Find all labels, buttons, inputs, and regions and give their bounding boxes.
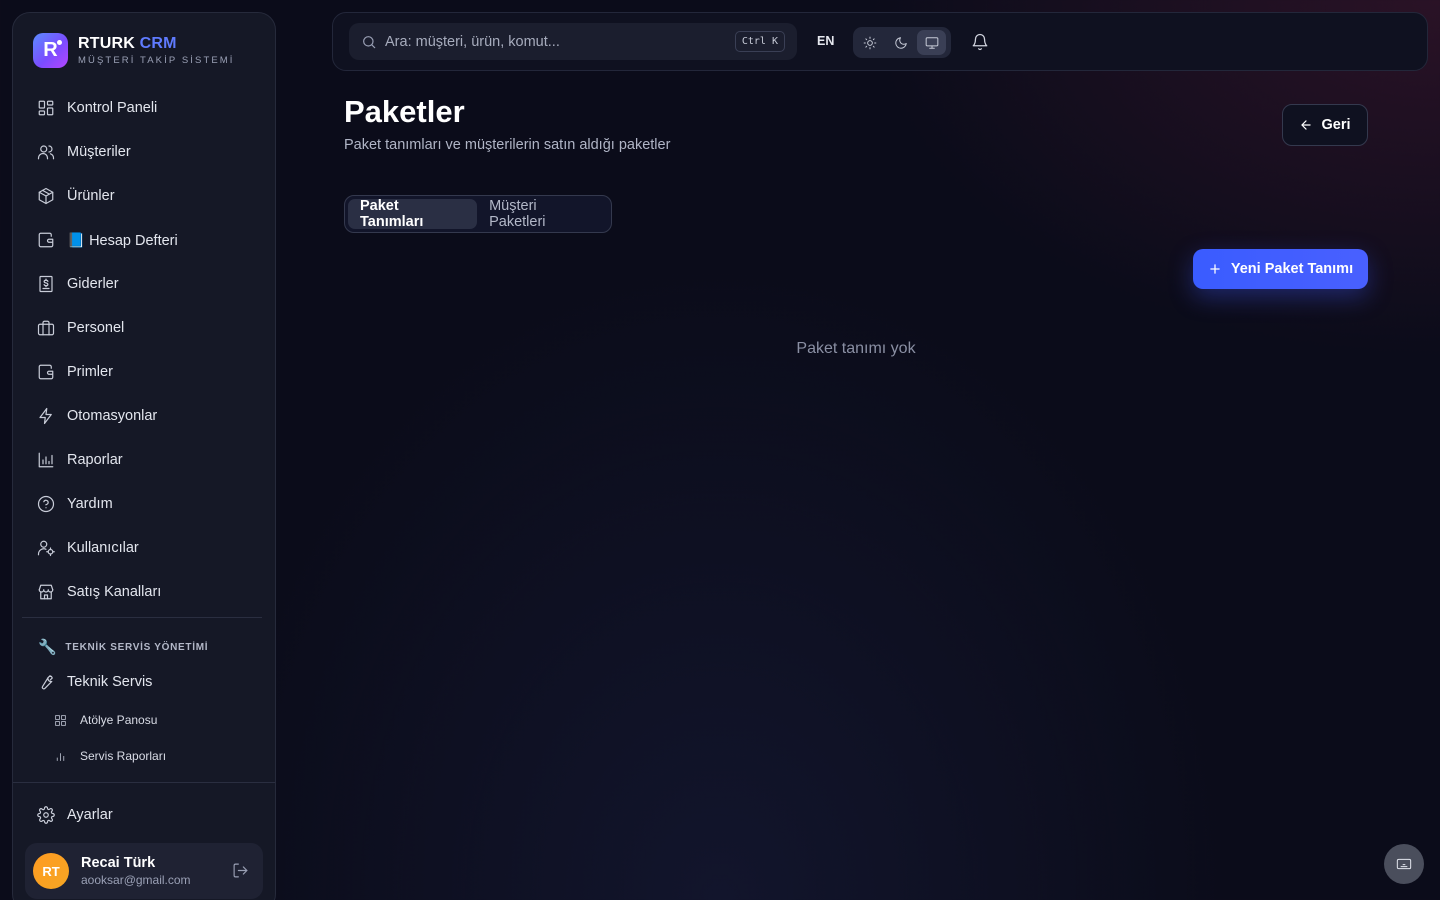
tab-musteri-paketleri[interactable]: Müşteri Paketleri bbox=[477, 198, 608, 230]
logout-icon[interactable] bbox=[232, 862, 249, 884]
briefcase-icon bbox=[37, 319, 55, 337]
monitor-icon bbox=[925, 36, 939, 49]
dashboard-icon bbox=[37, 99, 55, 117]
keyboard-shortcuts-button[interactable] bbox=[1384, 844, 1424, 884]
sub-nav: Atölye Panosu Servis Raporları bbox=[54, 702, 166, 774]
sidebar-item-label: 📘 Hesap Defteri bbox=[67, 232, 178, 249]
sidebar-item-otomasyonlar[interactable]: Otomasyonlar bbox=[25, 394, 265, 438]
new-package-button[interactable]: Yeni Paket Tanımı bbox=[1193, 249, 1368, 289]
sidebar-subitem-label: Atölye Panosu bbox=[80, 713, 158, 727]
brand-subtitle: MÜŞTERİ TAKİP SİSTEMİ bbox=[78, 55, 235, 66]
search-icon bbox=[363, 35, 376, 48]
sidebar-divider bbox=[13, 782, 275, 783]
grid-icon bbox=[55, 714, 66, 726]
sidebar-item-label: Kullanıcılar bbox=[67, 540, 139, 556]
bar-chart-icon bbox=[56, 752, 65, 761]
new-package-button-label: Yeni Paket Tanımı bbox=[1230, 261, 1354, 277]
avatar: RT bbox=[33, 853, 69, 889]
empty-state-text: Paket tanımı yok bbox=[796, 340, 916, 357]
search-input[interactable] bbox=[385, 33, 715, 50]
brand-name-primary: RTURK bbox=[78, 35, 135, 52]
page-title: Paketler bbox=[344, 94, 465, 129]
sidebar-item-urunler[interactable]: Ürünler bbox=[25, 174, 265, 218]
wallet-icon bbox=[37, 231, 55, 249]
moon-icon bbox=[895, 36, 907, 49]
logo-letter: R bbox=[43, 39, 58, 61]
package-icon bbox=[37, 187, 55, 205]
users-icon bbox=[37, 143, 55, 161]
sidebar-item-kontrol-paneli[interactable]: Kontrol Paneli bbox=[25, 86, 265, 130]
plus-icon bbox=[1210, 264, 1220, 274]
user-name: Recai Türk bbox=[81, 855, 156, 871]
page-subtitle: Paket tanımları ve müşterilerin satın al… bbox=[344, 137, 671, 153]
logo: R bbox=[33, 33, 68, 68]
sidebar-item-label: Kontrol Paneli bbox=[67, 100, 158, 116]
sidebar-item-kullanicilar[interactable]: Kullanıcılar bbox=[25, 526, 265, 570]
sidebar-item-raporlar[interactable]: Raporlar bbox=[25, 438, 265, 482]
sidebar-subitem-servis-raporlari[interactable]: Servis Raporları bbox=[54, 738, 166, 774]
brand-name-accent: CRM bbox=[139, 35, 177, 52]
language-toggle[interactable]: EN bbox=[817, 34, 834, 48]
wallet-icon bbox=[37, 363, 55, 381]
sidebar-item-label: Otomasyonlar bbox=[67, 408, 158, 424]
sidebar-subitem-atolye-panosu[interactable]: Atölye Panosu bbox=[54, 702, 166, 738]
sidebar-item-label: Satış Kanalları bbox=[67, 584, 162, 600]
back-button[interactable]: Geri bbox=[1282, 104, 1368, 146]
brand-name: RTURK CRM bbox=[78, 35, 235, 53]
bell-icon[interactable] bbox=[971, 33, 989, 56]
sidebar-item-yardim[interactable]: Yardım bbox=[25, 482, 265, 526]
sidebar-nav: Kontrol Paneli Müşteriler Ürünler 📘 Hesa… bbox=[25, 86, 265, 614]
theme-switcher bbox=[853, 27, 951, 58]
section-title-label: TEKNİK SERVİS YÖNETİMİ bbox=[65, 641, 209, 653]
wrench-outline-icon bbox=[37, 673, 55, 691]
keyboard-icon bbox=[1396, 858, 1412, 870]
sun-icon bbox=[863, 36, 877, 49]
sidebar-item-hesap-defteri[interactable]: 📘 Hesap Defteri bbox=[25, 218, 265, 262]
topbar: Ctrl K EN bbox=[332, 12, 1428, 71]
tab-bar: Paket Tanımları Müşteri Paketleri bbox=[344, 195, 612, 233]
store-icon bbox=[37, 583, 55, 601]
sidebar-item-giderler[interactable]: Giderler bbox=[25, 262, 265, 306]
receipt-dollar-icon bbox=[37, 275, 55, 293]
sidebar-subitem-label: Servis Raporları bbox=[80, 749, 167, 763]
sidebar-item-teknik-servis[interactable]: Teknik Servis bbox=[25, 660, 265, 704]
theme-system-button[interactable] bbox=[917, 30, 947, 55]
theme-light-button[interactable] bbox=[856, 30, 885, 55]
sidebar-item-label: Raporlar bbox=[67, 452, 123, 468]
gear-icon bbox=[37, 806, 55, 824]
sidebar-item-primler[interactable]: Primler bbox=[25, 350, 265, 394]
bar-chart-icon bbox=[37, 451, 55, 469]
sidebar-item-musteriler[interactable]: Müşteriler bbox=[25, 130, 265, 174]
logo-dot bbox=[57, 40, 62, 45]
help-circle-icon bbox=[37, 495, 55, 513]
sidebar-item-label: Giderler bbox=[67, 276, 119, 292]
lightning-icon bbox=[37, 407, 55, 425]
sidebar-item-label: Yardım bbox=[67, 496, 113, 512]
sidebar-item-label: Ayarlar bbox=[67, 807, 113, 823]
user-email: aooksar@gmail.com bbox=[81, 873, 191, 887]
sidebar-item-label: Teknik Servis bbox=[67, 674, 153, 690]
sidebar-item-personel[interactable]: Personel bbox=[25, 306, 265, 350]
sidebar-item-label: Personel bbox=[67, 320, 125, 336]
user-card[interactable]: RT Recai Türk aooksar@gmail.com bbox=[25, 843, 263, 899]
user-cog-icon bbox=[37, 539, 55, 557]
sidebar-item-label: Müşteriler bbox=[67, 144, 131, 160]
arrow-left-icon bbox=[1301, 120, 1312, 130]
brand[interactable]: R RTURK CRM MÜŞTERİ TAKİP SİSTEMİ bbox=[33, 33, 235, 68]
sidebar-item-ayarlar[interactable]: Ayarlar bbox=[25, 793, 265, 837]
sidebar-item-satis-kanallari[interactable]: Satış Kanalları bbox=[25, 570, 265, 614]
sidebar-item-label: Ürünler bbox=[67, 188, 115, 204]
back-button-label: Geri bbox=[1321, 117, 1351, 133]
shortcut-hint: Ctrl K bbox=[734, 31, 785, 52]
sidebar-item-label: Primler bbox=[67, 364, 113, 380]
sidebar-divider bbox=[22, 617, 262, 618]
section-title-teknik-servis: 🔧 TEKNİK SERVİS YÖNETİMİ bbox=[38, 638, 208, 656]
wrench-icon: 🔧 bbox=[38, 639, 58, 656]
theme-dark-button[interactable] bbox=[887, 30, 916, 55]
search-box[interactable]: Ctrl K bbox=[349, 23, 797, 60]
tab-paket-tanimlari[interactable]: Paket Tanımları bbox=[348, 198, 478, 230]
